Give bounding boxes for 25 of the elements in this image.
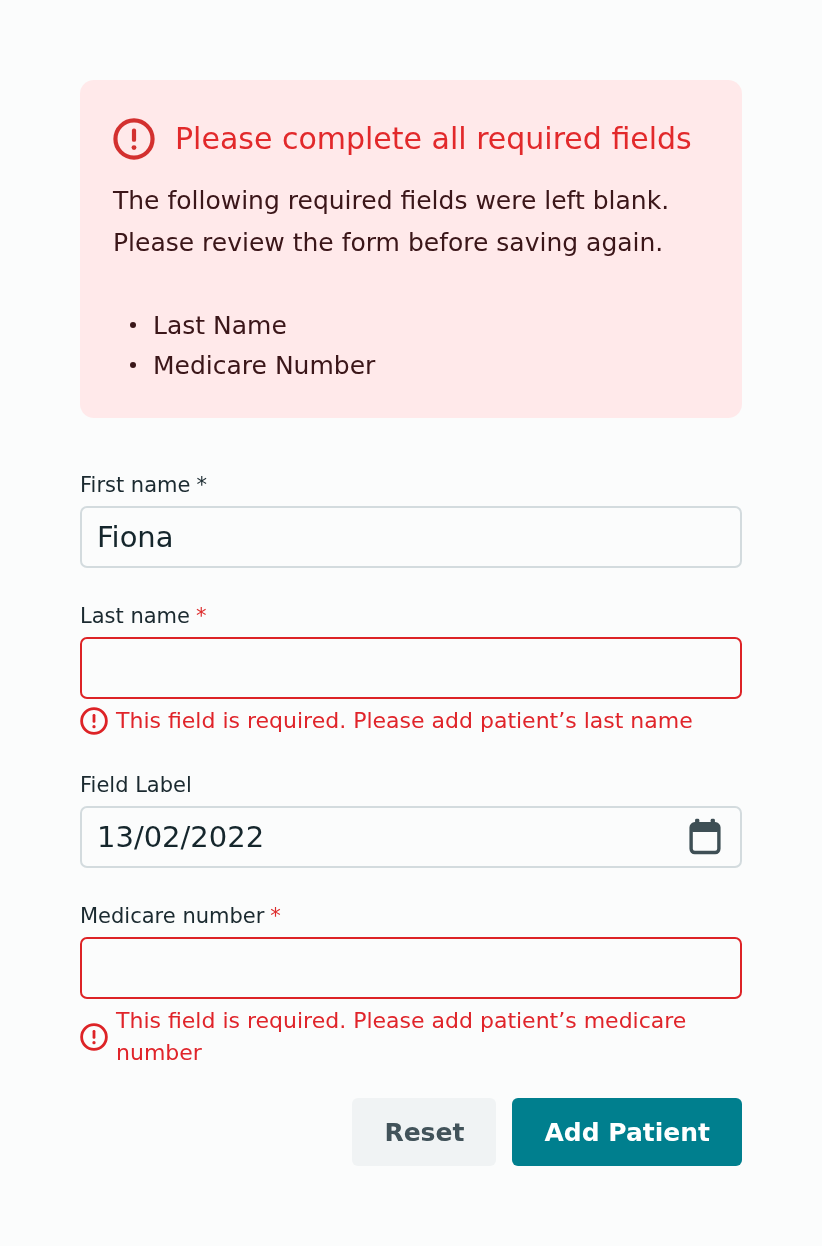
field-label: Field Label bbox=[80, 773, 192, 797]
required-asterisk: * bbox=[196, 473, 207, 497]
text-input-field[interactable]: Fiona bbox=[80, 506, 742, 568]
missing-field-item: Medicare Number bbox=[153, 350, 376, 380]
missing-field-item: Last Name bbox=[153, 310, 287, 340]
required-asterisk: * bbox=[196, 604, 207, 628]
alert-title: Please complete all required fields bbox=[175, 120, 692, 158]
error-message: This field is required. Please add patient’s medicare number bbox=[116, 1007, 688, 1067]
required-asterisk: * bbox=[270, 904, 281, 928]
exclamation-circle-icon bbox=[80, 1023, 108, 1051]
exclamation-circle-icon bbox=[113, 118, 155, 160]
text-input-field[interactable] bbox=[80, 637, 742, 699]
date-input-field[interactable]: 13/02/2022 bbox=[80, 806, 742, 868]
text-input-field[interactable] bbox=[80, 937, 742, 999]
field-label: Medicare number bbox=[80, 904, 265, 928]
bullet-icon bbox=[130, 322, 136, 328]
reset-button[interactable]: Reset bbox=[352, 1098, 497, 1166]
bullet-icon bbox=[130, 362, 136, 368]
exclamation-circle-icon bbox=[80, 707, 108, 735]
add-patient-button[interactable]: Add Patient bbox=[512, 1098, 742, 1166]
field-label: Last name bbox=[80, 604, 190, 628]
calendar-icon bbox=[688, 818, 722, 855]
error-message: This field is required. Please add patient’s last name bbox=[116, 707, 693, 735]
alert-message: The following required fields were left blank. Please review the form before saving again. bbox=[113, 185, 671, 259]
field-label: First name bbox=[80, 473, 191, 497]
